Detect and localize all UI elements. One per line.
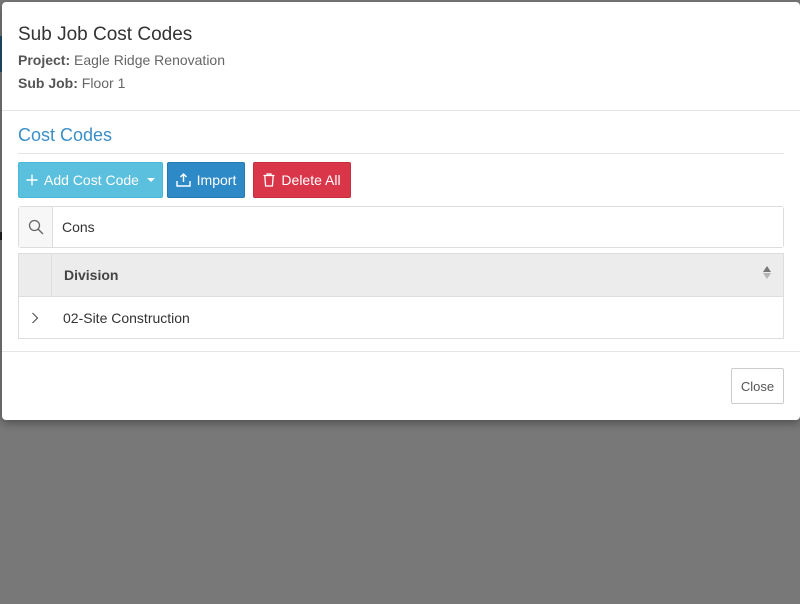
- sort-icon[interactable]: [763, 266, 771, 279]
- project-info: Project: Eagle Ridge Renovation: [18, 51, 225, 69]
- caret-down-icon: [146, 178, 155, 182]
- search-icon: [19, 207, 53, 247]
- chevron-right-icon[interactable]: [19, 312, 51, 324]
- sub-job-label: Sub Job:: [18, 75, 78, 91]
- add-cost-code-label: Add Cost Code: [44, 172, 139, 188]
- search-bar: [18, 206, 784, 248]
- import-button[interactable]: Import: [167, 162, 245, 198]
- division-cell: 02-Site Construction: [63, 309, 190, 326]
- footer-divider: [2, 351, 800, 352]
- modal-title: Sub Job Cost Codes: [18, 24, 193, 45]
- close-button[interactable]: Close: [731, 368, 784, 404]
- plus-icon: [26, 174, 38, 186]
- sub-job-info: Sub Job: Floor 1: [18, 74, 125, 92]
- modal-header: Sub Job Cost Codes Project: Eagle Ridge …: [2, 2, 800, 111]
- division-column-label: Division: [64, 267, 119, 283]
- cost-codes-section-title: Cost Codes: [18, 125, 113, 145]
- trash-icon: [263, 173, 275, 187]
- section-divider: [18, 153, 784, 154]
- sub-job-cost-codes-modal: Sub Job Cost Codes Project: Eagle Ridge …: [2, 2, 800, 420]
- project-label: Project:: [18, 52, 71, 68]
- expand-column-header: [19, 254, 52, 296]
- table-row[interactable]: 02-Site Construction: [19, 297, 783, 338]
- import-label: Import: [196, 172, 237, 188]
- delete-all-button[interactable]: Delete All: [253, 162, 351, 198]
- search-input[interactable]: [53, 207, 783, 247]
- project-value: Eagle Ridge Renovation: [74, 52, 226, 68]
- cost-codes-grid: Division 02-Site Construction: [18, 253, 784, 339]
- delete-all-label: Delete All: [281, 172, 341, 188]
- grid-header: Division: [19, 254, 783, 297]
- division-column-header[interactable]: Division: [52, 254, 783, 296]
- upload-icon: [175, 173, 191, 187]
- sub-job-value: Floor 1: [81, 75, 126, 91]
- add-cost-code-button[interactable]: Add Cost Code: [18, 162, 163, 198]
